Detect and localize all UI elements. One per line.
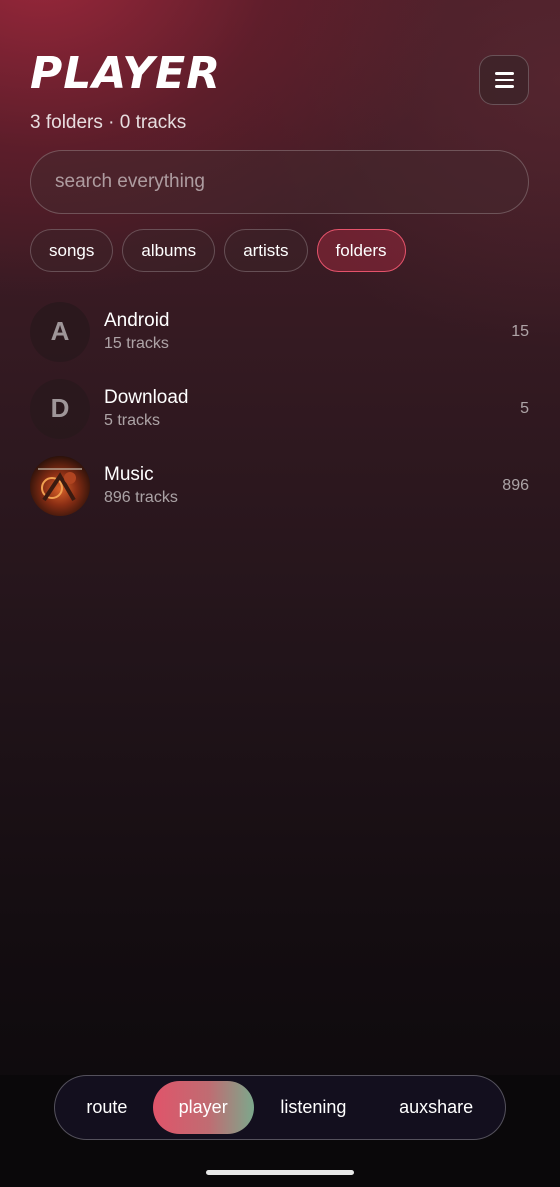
folder-row-android[interactable]: A Android 15 tracks 15 [30,293,529,370]
filter-chip-songs[interactable]: songs [30,229,114,272]
bottom-navigation: route player listening auxshare [54,1075,506,1140]
folder-count: 15 [511,322,529,340]
menu-button[interactable] [479,55,529,105]
folder-count: 5 [520,399,529,417]
filter-chip-folders[interactable]: folders [316,229,406,272]
nav-tab-route[interactable]: route [61,1081,153,1134]
nav-tab-auxshare[interactable]: auxshare [373,1081,499,1134]
filter-chip-artists[interactable]: artists [224,229,308,272]
filter-chip-albums[interactable]: albums [122,229,216,272]
folder-name: Download [104,387,189,408]
folder-track-count: 15 tracks [104,335,169,352]
search-input[interactable] [55,171,528,193]
home-indicator[interactable] [206,1170,354,1175]
nav-tab-listening[interactable]: listening [254,1081,374,1134]
album-art-thumbnail [30,455,90,516]
folder-list: A Android 15 tracks 15 D Download 5 trac… [30,293,529,524]
folder-avatar: D [30,378,90,439]
folder-row-download[interactable]: D Download 5 tracks 5 [30,370,529,447]
nav-tab-player[interactable]: player [152,1081,254,1134]
folder-track-count: 5 tracks [104,412,161,429]
folder-track-count: 896 tracks [104,489,178,506]
search-bar[interactable] [30,150,529,214]
album-art-image [30,455,90,516]
folder-row-music[interactable]: Music 896 tracks 896 [30,447,529,524]
library-summary: 3 folders · 0 tracks [30,112,187,133]
app-title: PLAYER [30,48,222,99]
folder-name: Music [104,464,154,485]
folder-avatar: A [30,301,90,362]
filter-chips: songs albums artists folders [30,229,406,272]
folder-name: Android [104,310,170,331]
hamburger-menu-icon [494,72,514,75]
folder-count: 896 [502,476,529,494]
